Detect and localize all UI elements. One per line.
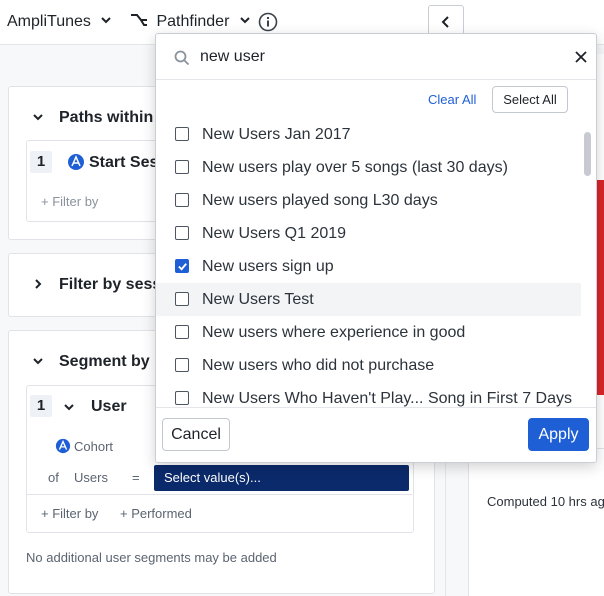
pathfinder-icon	[131, 14, 147, 26]
list-item[interactable]: New Users Jan 2017	[156, 118, 581, 151]
checkbox[interactable]	[175, 292, 189, 306]
checkmark-icon	[177, 262, 187, 271]
list-item-label: New users play over 5 songs (last 30 day…	[202, 159, 508, 176]
list-item[interactable]: New Users Q1 2019	[156, 217, 581, 250]
chevron-down-icon[interactable]	[31, 354, 45, 368]
chevron-down-icon[interactable]	[31, 110, 45, 124]
no-more-segments-text: No additional user segments may be added	[26, 550, 277, 565]
equals-operator[interactable]: =	[132, 470, 140, 485]
search-input[interactable]	[200, 46, 550, 68]
search-icon	[174, 50, 190, 66]
search-row	[156, 34, 596, 80]
list-item[interactable]: New users played song L30 days	[156, 184, 581, 217]
list-item-label: New users sign up	[202, 258, 334, 275]
close-icon[interactable]	[574, 50, 588, 64]
list-item-label: New Users Q1 2019	[202, 225, 347, 242]
list-item-label: New Users Who Haven't Play... Song in Fi…	[202, 390, 572, 407]
chevron-right-icon[interactable]	[31, 277, 45, 291]
checkbox[interactable]	[175, 127, 189, 141]
checkbox[interactable]	[175, 358, 189, 372]
app-switcher[interactable]: AmpliTunes	[7, 12, 113, 32]
row-number: 1	[30, 151, 52, 173]
cohort-label[interactable]: Cohort	[74, 439, 113, 454]
users-label[interactable]: Users	[74, 470, 108, 485]
cancel-button[interactable]: Cancel	[162, 418, 230, 451]
chevron-down-icon	[240, 17, 250, 24]
info-icon[interactable]	[258, 12, 278, 32]
chart-type-switcher[interactable]: Pathfinder	[130, 12, 252, 32]
segment-user-label[interactable]: User	[91, 398, 127, 416]
list-item[interactable]: New users where experience in good	[156, 316, 581, 349]
divider	[26, 494, 412, 495]
list-item[interactable]: New users play over 5 songs (last 30 day…	[156, 151, 581, 184]
segment-number: 1	[30, 395, 52, 417]
checkbox[interactable]	[175, 391, 189, 405]
chart-type-label: Pathfinder	[156, 13, 230, 30]
of-label: of	[48, 470, 59, 485]
list-item[interactable]: New Users Test	[156, 283, 581, 316]
filter-session-title: Filter by sess	[59, 276, 162, 293]
performed-link[interactable]: + Performed	[120, 506, 192, 521]
list-item[interactable]: New Users Who Haven't Play... Song in Fi…	[156, 382, 581, 415]
divider	[156, 407, 596, 408]
chevron-down-icon	[101, 17, 112, 24]
amplitude-event-icon	[68, 154, 84, 170]
list-item-label: New users who did not purchase	[202, 357, 435, 374]
filter-by-link[interactable]: + Filter by	[41, 194, 98, 209]
list-item-label: New Users Jan 2017	[202, 126, 351, 143]
cohort-picker-dropdown: Clear All Select All New Users Jan 2017 N…	[155, 33, 597, 463]
scrollbar-thumb[interactable]	[584, 132, 591, 176]
list-item[interactable]: New users sign up	[156, 250, 581, 283]
chevron-down-icon[interactable]	[62, 400, 76, 414]
cohort-icon	[55, 438, 71, 454]
list-item-label: New users played song L30 days	[202, 192, 438, 209]
app-name: AmpliTunes	[7, 13, 91, 30]
checkbox[interactable]	[175, 160, 189, 174]
apply-button[interactable]: Apply	[528, 418, 589, 451]
clear-all-link[interactable]: Clear All	[428, 92, 476, 107]
select-values-dropdown[interactable]: Select value(s)...	[154, 465, 409, 491]
computed-timestamp: Computed 10 hrs ag	[487, 494, 604, 509]
list-item[interactable]: New users who did not purchase	[156, 349, 581, 382]
checkbox[interactable]	[175, 259, 189, 273]
paths-title: Paths within	[59, 109, 154, 126]
segment-title: Segment by	[59, 353, 150, 370]
checkbox[interactable]	[175, 193, 189, 207]
checkbox[interactable]	[175, 226, 189, 240]
list-item-label: New users where experience in good	[202, 324, 466, 341]
checkbox[interactable]	[175, 325, 189, 339]
list-item-label: New Users Test	[202, 291, 314, 308]
select-all-button[interactable]: Select All	[492, 86, 568, 113]
start-event-label[interactable]: Start Ses	[89, 154, 158, 172]
segment-filter-by-link[interactable]: + Filter by	[41, 506, 98, 521]
